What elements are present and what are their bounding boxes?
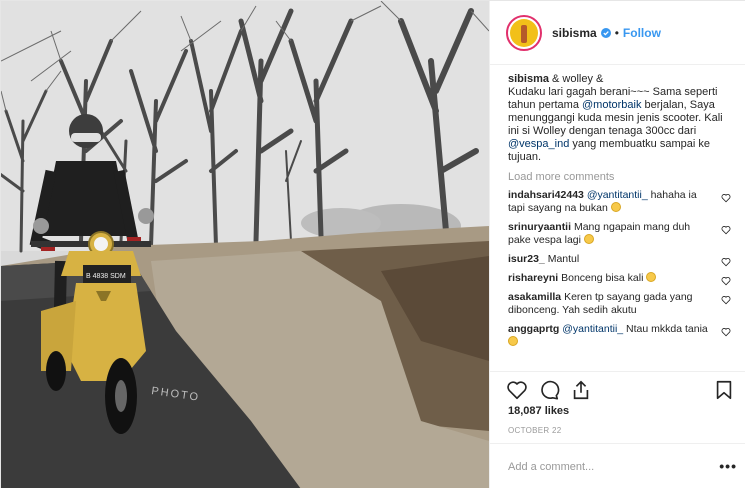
- post-caption: sibisma & wolley & Kudaku lari gagah ber…: [508, 73, 733, 164]
- comment-item: indahsari42443 @yantitantii_ hahaha ia t…: [508, 189, 733, 215]
- header-username[interactable]: sibisma: [552, 26, 597, 40]
- comment-like-heart-icon[interactable]: [721, 193, 731, 203]
- comment-username[interactable]: srinuryaantii: [508, 221, 571, 233]
- add-comment-bar: •••: [490, 443, 745, 488]
- heart-icon[interactable]: [506, 379, 528, 401]
- comment-username[interactable]: anggaprtg: [508, 323, 559, 335]
- comment-item: isur23_ Mantul: [508, 253, 733, 267]
- comment-icon[interactable]: [538, 379, 560, 401]
- comment-like-heart-icon[interactable]: [721, 257, 731, 267]
- laugh-emoji-icon: [508, 336, 518, 346]
- comment-like-heart-icon[interactable]: [721, 276, 731, 286]
- comments-section: sibisma & wolley & Kudaku lari gagah ber…: [490, 65, 745, 371]
- comment-item: anggaprtg @yantitantii_ Ntau mkkda tania: [508, 323, 733, 349]
- comment-username[interactable]: isur23_: [508, 253, 545, 265]
- comment-like-heart-icon[interactable]: [721, 295, 731, 305]
- header-separator: •: [614, 25, 619, 40]
- caption-mention-vespa[interactable]: @vespa_ind: [508, 138, 569, 150]
- verified-badge-icon: [600, 27, 611, 38]
- likes-count[interactable]: 18,087 likes: [508, 405, 569, 417]
- comment-username[interactable]: indahsari42443: [508, 189, 584, 201]
- comment-item: asakamilla Keren tp sayang gada yang dib…: [508, 291, 733, 317]
- instagram-post: PHOTO B 4838 SDM sibisma • Follow sibism…: [0, 0, 745, 488]
- comment-item: rishareyni Bonceng bisa kali: [508, 272, 733, 286]
- more-options-button[interactable]: •••: [719, 458, 737, 474]
- load-more-comments-button[interactable]: Load more comments: [508, 171, 733, 183]
- follow-button[interactable]: Follow: [623, 26, 661, 40]
- caption-mention-motorbaik[interactable]: @motorbaik: [582, 99, 641, 111]
- share-icon[interactable]: [570, 379, 592, 401]
- post-sidebar: sibisma • Follow sibisma & wolley & Kuda…: [489, 1, 745, 488]
- comment-like-heart-icon[interactable]: [721, 225, 731, 235]
- comment-username[interactable]: asakamilla: [508, 291, 561, 303]
- bookmark-icon[interactable]: [713, 379, 735, 401]
- scooter-rider-photo: PHOTO B 4838 SDM: [1, 1, 489, 488]
- post-date: OCTOBER 22: [508, 426, 562, 435]
- avatar[interactable]: [506, 14, 542, 51]
- comment-text: Mantul: [547, 253, 580, 265]
- comment-mention[interactable]: @yantitantii_: [587, 189, 648, 201]
- caption-username[interactable]: sibisma: [508, 73, 549, 85]
- comment-like-heart-icon[interactable]: [721, 327, 731, 337]
- caption-line1: & wolley &: [552, 73, 604, 85]
- grin-emoji-icon: [610, 202, 621, 212]
- comment-username[interactable]: rishareyni: [508, 272, 558, 284]
- grin-emoji-icon: [583, 234, 594, 244]
- laugh-emoji-icon: [646, 272, 657, 282]
- add-comment-input[interactable]: [508, 460, 698, 473]
- license-plate-text: B 4838 SDM: [86, 273, 126, 280]
- post-photo[interactable]: PHOTO B 4838 SDM: [1, 1, 489, 488]
- comment-text: Ntau mkkda tania: [623, 323, 708, 335]
- comment-item: srinuryaantii Mang ngapain mang duh pake…: [508, 221, 733, 247]
- post-header: sibisma • Follow: [490, 1, 745, 65]
- comment-text: Bonceng bisa kali: [561, 272, 644, 284]
- comment-mention[interactable]: @yantitantii_: [562, 323, 623, 335]
- post-actions: [490, 371, 745, 407]
